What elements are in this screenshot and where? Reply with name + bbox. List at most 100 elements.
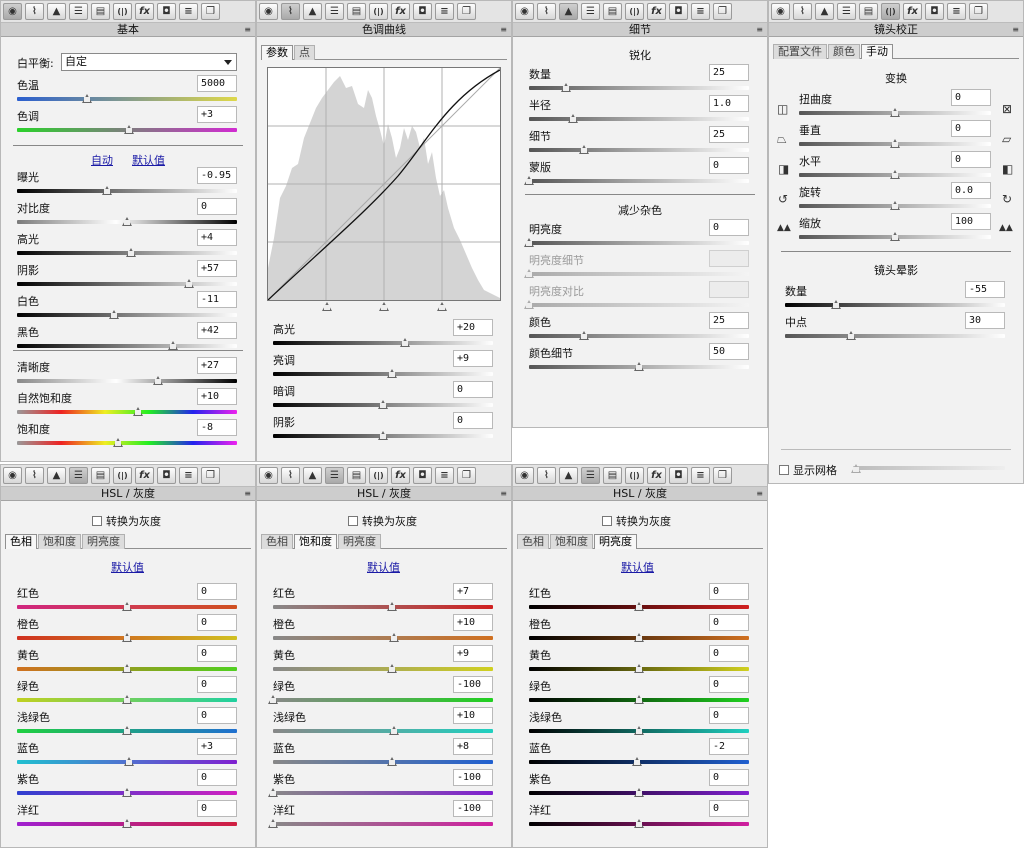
slider-thumb[interactable] [890,170,900,179]
slider-value-input[interactable] [709,281,749,298]
slider-value-input[interactable]: 0 [709,583,749,600]
slider-track[interactable] [799,232,991,241]
camera-icon[interactable]: ◘ [413,467,432,484]
tab[interactable]: 色相 [5,534,37,549]
slider-track[interactable] [529,788,749,797]
fx-icon[interactable]: fx [391,3,410,20]
slider-value-input[interactable]: +9 [453,645,493,662]
slider-track[interactable] [273,400,493,409]
slider-value-input[interactable]: 0.0 [951,182,991,199]
slider-thumb[interactable] [122,602,132,611]
slider-value-input[interactable]: +8 [453,738,493,755]
slider-track[interactable] [273,664,493,673]
panel-menu-icon[interactable]: ≡ [1012,23,1019,36]
tab[interactable]: 参数 [261,45,293,60]
slider-track[interactable] [529,83,749,92]
split-icon[interactable]: ☰ [581,467,600,484]
slider-value-input[interactable]: 100 [951,213,991,230]
slider-track[interactable] [17,279,237,288]
slider-thumb[interactable] [122,633,132,642]
aperture-icon[interactable]: ◉ [3,467,22,484]
mountain-icon[interactable]: ▲ [47,467,66,484]
curves-icon[interactable]: ⌇ [537,3,556,20]
slider-value-input[interactable]: +3 [197,106,237,123]
tab[interactable]: 颜色 [828,44,860,59]
curves-icon[interactable]: ⌇ [281,3,300,20]
tab[interactable]: 明亮度 [594,534,637,549]
slider-track[interactable] [529,726,749,735]
slider-value-input[interactable]: +10 [453,707,493,724]
slider-value-input[interactable] [709,250,749,267]
slider-value-input[interactable]: -11 [197,291,237,308]
slider-thumb[interactable] [386,369,397,378]
slider-track[interactable] [799,170,991,179]
slider-value-input[interactable]: +7 [453,583,493,600]
slider-value-input[interactable]: 0 [453,412,493,429]
lens-icon[interactable]: (|) [113,3,132,20]
tab[interactable]: 明亮度 [338,534,381,549]
slider-thumb[interactable] [634,664,644,673]
curves-icon[interactable]: ⌇ [793,3,812,20]
aperture-icon[interactable]: ◉ [259,467,278,484]
toning-icon[interactable]: ▤ [603,467,622,484]
slider-thumb[interactable] [378,400,388,409]
camera-icon[interactable]: ◘ [413,3,432,20]
tab[interactable]: 色相 [261,534,293,549]
slider-track[interactable] [273,726,493,735]
camera-icon[interactable]: ◘ [669,467,688,484]
camera-icon[interactable]: ◘ [157,467,176,484]
slider-thumb[interactable] [122,217,132,226]
convert-grayscale-checkbox[interactable]: 转换为灰度 [348,513,417,529]
curves-icon[interactable]: ⌇ [537,467,556,484]
presets-icon[interactable]: ❐ [201,3,220,20]
convert-grayscale-checkbox[interactable]: 转换为灰度 [92,513,161,529]
slider-thumb[interactable] [124,757,135,766]
slider-value-input[interactable]: 0 [709,769,749,786]
slider-value-input[interactable]: +42 [197,322,237,339]
slider-thumb[interactable] [846,331,856,340]
convert-grayscale-checkbox[interactable]: 转换为灰度 [602,513,671,529]
camera-icon[interactable]: ◘ [669,3,688,20]
slider-thumb[interactable] [378,431,388,440]
slider-value-input[interactable]: 0 [709,676,749,693]
tab[interactable]: 明亮度 [82,534,125,549]
slider-thumb[interactable] [524,300,534,309]
slider-track[interactable] [268,695,493,704]
slider-track[interactable] [799,139,991,148]
slider-track[interactable] [17,602,237,611]
slider-track[interactable] [17,633,237,642]
slider-thumb[interactable] [386,757,397,766]
slider-thumb[interactable] [102,186,113,195]
panel-menu-icon[interactable]: ≡ [500,487,507,500]
slider-value-input[interactable]: 0 [453,381,493,398]
slider-track[interactable] [273,757,493,766]
slider-value-input[interactable]: 0 [951,151,991,168]
split-icon[interactable]: ☰ [69,3,88,20]
slider-track[interactable] [273,338,493,347]
tab[interactable]: 色相 [517,534,549,549]
split-icon[interactable]: ☰ [69,467,88,484]
slider-thumb[interactable] [568,114,578,123]
slider-value-input[interactable]: +3 [197,738,237,755]
checkbox-box[interactable] [92,516,102,526]
slider-value-input[interactable]: -0.95 [197,167,237,184]
slider-thumb[interactable] [579,331,589,340]
toning-icon[interactable]: ▤ [91,467,110,484]
slider-track[interactable] [529,633,749,642]
slider-track[interactable] [17,438,237,447]
slider-value-input[interactable]: 0 [197,800,237,817]
slider-value-input[interactable]: 0 [197,645,237,662]
slider-value-input[interactable]: +10 [197,388,237,405]
slider-value-input[interactable]: 25 [709,64,749,81]
panel-menu-icon[interactable]: ≡ [500,23,507,36]
slider-track[interactable] [17,695,237,704]
lens-icon[interactable]: (|) [881,3,900,20]
auto-link[interactable]: 自动 [91,152,113,168]
panel-menu-icon[interactable]: ≡ [244,487,251,500]
slider-thumb[interactable] [634,362,644,371]
curve-split-handle[interactable] [379,302,389,311]
slider-thumb[interactable] [389,633,399,642]
slider-thumb[interactable] [122,819,132,828]
slider-value-input[interactable]: +20 [453,319,493,336]
slider-value-input[interactable]: -100 [453,769,493,786]
